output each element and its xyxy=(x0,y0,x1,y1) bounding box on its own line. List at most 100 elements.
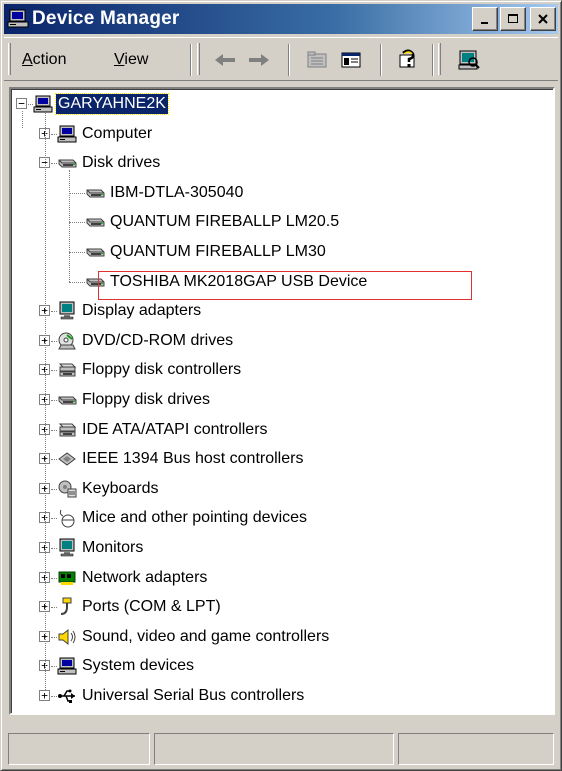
tree-category-disk-drives[interactable]: Disk drives xyxy=(57,152,162,174)
controller-icon xyxy=(58,363,77,377)
tree-node-label: Network adapters xyxy=(82,568,208,586)
tree-node-label: Sound, video and game controllers xyxy=(82,627,330,645)
close-button[interactable] xyxy=(530,7,556,31)
port-icon xyxy=(60,597,72,616)
show-hide-console-tree-button[interactable] xyxy=(336,46,366,74)
toolbar-grip[interactable] xyxy=(438,43,441,75)
tree-device-item[interactable]: IBM-DTLA-305040 xyxy=(85,182,245,204)
tree-device-item[interactable]: QUANTUM FIREBALLP LM20.5 xyxy=(85,211,341,233)
toolbar-separator xyxy=(190,44,192,76)
monitor-icon xyxy=(59,301,75,320)
help-button[interactable] xyxy=(394,46,424,74)
up-one-level-button[interactable] xyxy=(302,46,332,74)
tree-node-label: System devices xyxy=(82,657,195,675)
minimize-icon xyxy=(481,22,488,24)
disk-drive-icon xyxy=(58,159,77,168)
tree-category-floppy-disk-drives[interactable]: Floppy disk drives xyxy=(57,389,212,411)
forward-button[interactable] xyxy=(244,46,274,74)
monitor-icon xyxy=(59,538,75,557)
back-button[interactable] xyxy=(210,46,240,74)
tree-category-computer[interactable]: Computer xyxy=(57,123,154,145)
disk-drive-icon xyxy=(86,189,105,198)
toolbar-grip[interactable] xyxy=(197,43,200,75)
menu-view[interactable]: View xyxy=(114,49,148,71)
tree-category-dvd-cd-rom-drives[interactable]: DVD/CD-ROM drives xyxy=(57,330,235,352)
expand-toggle[interactable]: + xyxy=(39,690,50,701)
tree-category-display-adapters[interactable]: Display adapters xyxy=(57,300,203,322)
toolbar-separator xyxy=(380,44,382,76)
tree-connector-line xyxy=(69,281,85,283)
tree-device-item[interactable]: QUANTUM FIREBALLP LM30 xyxy=(85,241,328,263)
keyboard-icon xyxy=(58,480,77,498)
tree-node-label: Computer xyxy=(82,124,153,142)
tree-node-label: QUANTUM FIREBALLP LM20.5 xyxy=(110,213,340,231)
menu-action[interactable]: Action xyxy=(22,49,66,71)
computer-icon xyxy=(57,657,77,675)
collapse-toggle[interactable]: − xyxy=(16,98,27,109)
tree-node-label: DVD/CD-ROM drives xyxy=(82,331,234,349)
device-tree[interactable]: − GARYAHNE2K + Computer − Disk drives IBM-DTLA… xyxy=(9,87,555,715)
close-icon xyxy=(538,14,548,24)
tree-category-mice-and-other-pointing-devices[interactable]: Mice and other pointing devices xyxy=(57,507,309,529)
status-panel-2 xyxy=(154,733,394,765)
tree-node-label: Floppy disk drives xyxy=(82,391,211,408)
back-arrow-icon xyxy=(215,54,235,66)
tree-category-monitors[interactable]: Monitors xyxy=(57,537,145,559)
title-bar[interactable]: Device Manager xyxy=(4,4,558,34)
disk-drive-icon xyxy=(86,218,105,227)
tree-root-computer[interactable]: GARYAHNE2K xyxy=(33,93,169,115)
tree-category-universal-serial-bus-controllers[interactable]: Universal Serial Bus controllers xyxy=(57,685,306,707)
forward-arrow-icon xyxy=(249,54,269,66)
tree-node-label: Floppy disk controllers xyxy=(82,361,242,379)
device-manager-icon xyxy=(7,9,29,28)
toolbar-separator xyxy=(288,44,290,76)
tree-category-network-adapters[interactable]: Network adapters xyxy=(57,567,209,589)
controller-icon xyxy=(58,423,77,437)
computer-icon xyxy=(33,95,53,113)
usb-icon xyxy=(58,689,75,703)
folder-up-icon xyxy=(307,51,327,68)
console-tree-icon xyxy=(341,52,361,68)
tree-node-label: Universal Serial Bus controllers xyxy=(82,687,305,704)
tree-node-label: IEEE 1394 Bus host controllers xyxy=(82,450,304,468)
maximize-button[interactable] xyxy=(500,7,526,31)
tree-connector-line xyxy=(69,222,85,224)
tree-node-label: GARYAHNE2K xyxy=(55,93,169,115)
tree-category-ieee-1394-bus-host-controllers[interactable]: IEEE 1394 Bus host controllers xyxy=(57,448,305,470)
scan-hardware-icon xyxy=(458,50,480,70)
tree-category-ide-ata-atapi-controllers[interactable]: IDE ATA/ATAPI controllers xyxy=(57,419,270,441)
tree-category-ports-com-lpt[interactable]: Ports (COM & LPT) xyxy=(57,596,223,618)
toolbar-grip[interactable] xyxy=(8,43,11,75)
maximize-icon xyxy=(508,14,518,23)
sound-icon xyxy=(58,628,76,645)
disk-drive-icon xyxy=(58,396,77,405)
tree-node-label: Mice and other pointing devices xyxy=(82,509,308,527)
ieee1394-icon xyxy=(58,452,76,466)
tree-category-system-devices[interactable]: System devices xyxy=(57,655,196,677)
device-manager-window: Device Manager Action View − GARYAHNE2K … xyxy=(0,0,562,771)
tree-node-label: Monitors xyxy=(82,539,144,556)
tree-category-keyboards[interactable]: Keyboards xyxy=(57,478,161,500)
cdrom-icon xyxy=(58,332,76,350)
status-panel-1 xyxy=(8,733,150,765)
tree-node-label: Disk drives xyxy=(82,154,161,172)
tree-connector-line xyxy=(69,170,70,282)
tree-category-floppy-disk-controllers[interactable]: Floppy disk controllers xyxy=(57,359,243,381)
computer-icon xyxy=(57,125,77,143)
window-title: Device Manager xyxy=(32,8,180,29)
tree-node-label: Display adapters xyxy=(82,302,202,320)
tree-connector-line xyxy=(45,112,46,690)
tree-category-sound-video-and-game-controllers[interactable]: Sound, video and game controllers xyxy=(57,626,331,648)
tree-node-label: IDE ATA/ATAPI controllers xyxy=(82,420,268,438)
toolbar: Action View xyxy=(4,37,558,81)
status-bar xyxy=(4,733,558,765)
tree-node-label: Keyboards xyxy=(82,479,159,497)
tree-connector-line xyxy=(22,111,23,128)
tree-connector-line xyxy=(69,192,85,194)
disk-drive-icon xyxy=(86,248,105,257)
network-adapter-icon xyxy=(58,571,76,585)
scan-hardware-changes-button[interactable] xyxy=(454,46,484,74)
minimize-button[interactable] xyxy=(472,7,498,31)
tree-node-label: QUANTUM FIREBALLP LM30 xyxy=(110,243,326,260)
toolbar-separator xyxy=(432,44,434,76)
